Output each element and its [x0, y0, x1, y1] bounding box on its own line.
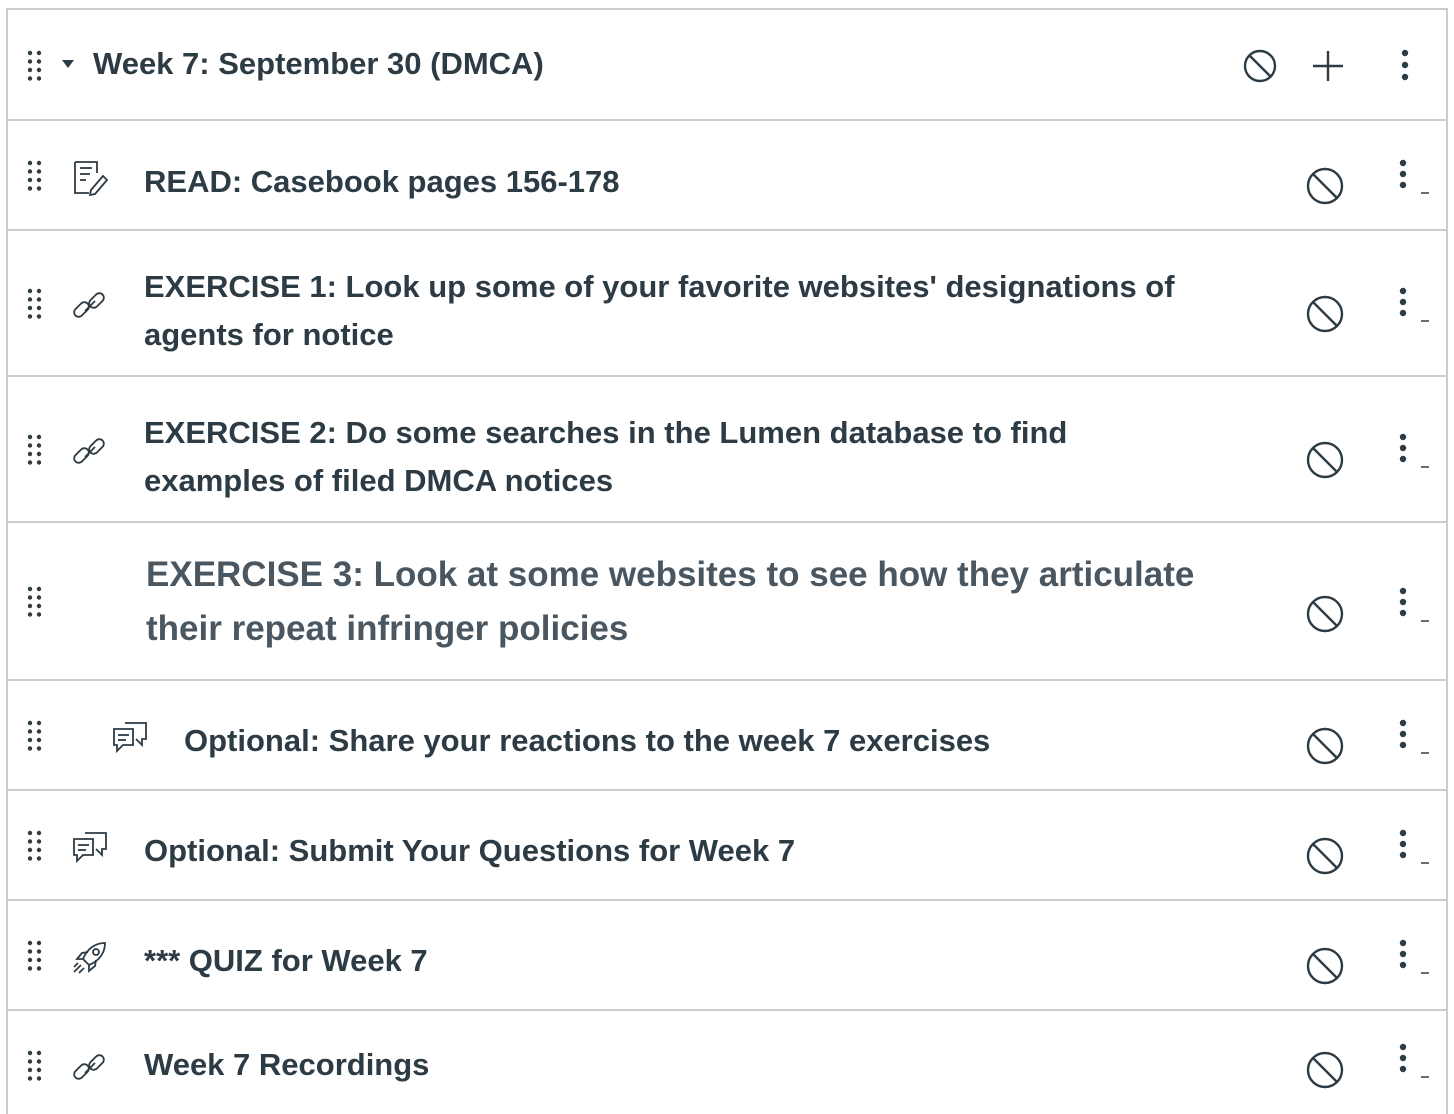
module-item[interactable]: Optional: Submit Your Questions for Week…	[8, 791, 1446, 901]
unpublished-icon[interactable]	[1305, 726, 1345, 766]
module-week-7: Week 7: September 30 (DMCA) READ: Casebo…	[6, 8, 1448, 1114]
unpublished-icon[interactable]	[1305, 594, 1345, 634]
module-item-subheader[interactable]: EXERCISE 3: Look at some websites to see…	[8, 523, 1446, 681]
drag-handle-icon[interactable]	[26, 719, 44, 753]
unpublished-icon[interactable]	[1305, 946, 1345, 986]
module-item[interactable]: EXERCISE 1: Look up some of your favorit…	[8, 231, 1446, 377]
kebab-menu-icon[interactable]	[1393, 158, 1433, 194]
quiz-rocket-icon	[71, 939, 109, 977]
kebab-menu-icon[interactable]	[1393, 718, 1433, 754]
link-icon	[71, 287, 109, 325]
drag-handle-icon[interactable]	[26, 433, 44, 467]
discussion-icon	[111, 719, 149, 757]
unpublished-icon[interactable]	[1305, 166, 1345, 206]
assignment-icon	[71, 159, 109, 197]
unpublished-icon[interactable]	[1305, 836, 1345, 876]
caret-down-icon[interactable]	[62, 60, 74, 68]
unpublished-icon[interactable]	[1305, 1050, 1345, 1090]
drag-handle-icon[interactable]	[26, 939, 44, 973]
drag-handle-icon[interactable]	[26, 159, 44, 193]
item-title[interactable]: Optional: Share your reactions to the we…	[184, 717, 990, 765]
item-title[interactable]: EXERCISE 1: Look up some of your favorit…	[144, 263, 1244, 359]
unpublished-icon[interactable]	[1242, 48, 1278, 84]
link-icon	[71, 433, 109, 471]
module-item[interactable]: READ: Casebook pages 156-178	[8, 121, 1446, 231]
item-title[interactable]: Week 7 Recordings	[144, 1041, 429, 1089]
drag-handle-icon[interactable]	[26, 1049, 44, 1083]
item-title[interactable]: READ: Casebook pages 156-178	[144, 158, 620, 206]
drag-handle-icon[interactable]	[26, 287, 44, 321]
unpublished-icon[interactable]	[1305, 294, 1345, 334]
unpublished-icon[interactable]	[1305, 440, 1345, 480]
kebab-menu-icon[interactable]	[1393, 432, 1433, 468]
kebab-menu-icon[interactable]	[1393, 286, 1433, 322]
add-item-plus-icon[interactable]	[1310, 48, 1346, 84]
module-item[interactable]: EXERCISE 2: Do some searches in the Lume…	[8, 377, 1446, 523]
module-title: Week 7: September 30 (DMCA)	[93, 46, 544, 81]
kebab-menu-icon[interactable]	[1393, 938, 1433, 974]
drag-handle-icon[interactable]	[26, 829, 44, 863]
drag-handle-icon[interactable]	[26, 49, 44, 83]
kebab-menu-icon[interactable]	[1393, 828, 1433, 864]
module-item[interactable]: Optional: Share your reactions to the we…	[8, 681, 1446, 791]
item-title[interactable]: Optional: Submit Your Questions for Week…	[144, 827, 795, 875]
link-icon	[71, 1049, 109, 1087]
discussion-icon	[71, 829, 109, 867]
module-header[interactable]: Week 7: September 30 (DMCA)	[8, 10, 1446, 121]
item-title[interactable]: *** QUIZ for Week 7	[144, 937, 428, 985]
module-item[interactable]: *** QUIZ for Week 7	[8, 901, 1446, 1011]
module-item[interactable]: Week 7 Recordings	[8, 1011, 1446, 1114]
item-title[interactable]: EXERCISE 2: Do some searches in the Lume…	[144, 409, 1144, 505]
kebab-menu-icon[interactable]	[1388, 48, 1424, 84]
subheader-title[interactable]: EXERCISE 3: Look at some websites to see…	[146, 548, 1266, 656]
drag-handle-icon[interactable]	[26, 585, 44, 619]
kebab-menu-icon[interactable]	[1393, 586, 1433, 622]
kebab-menu-icon[interactable]	[1393, 1042, 1433, 1078]
